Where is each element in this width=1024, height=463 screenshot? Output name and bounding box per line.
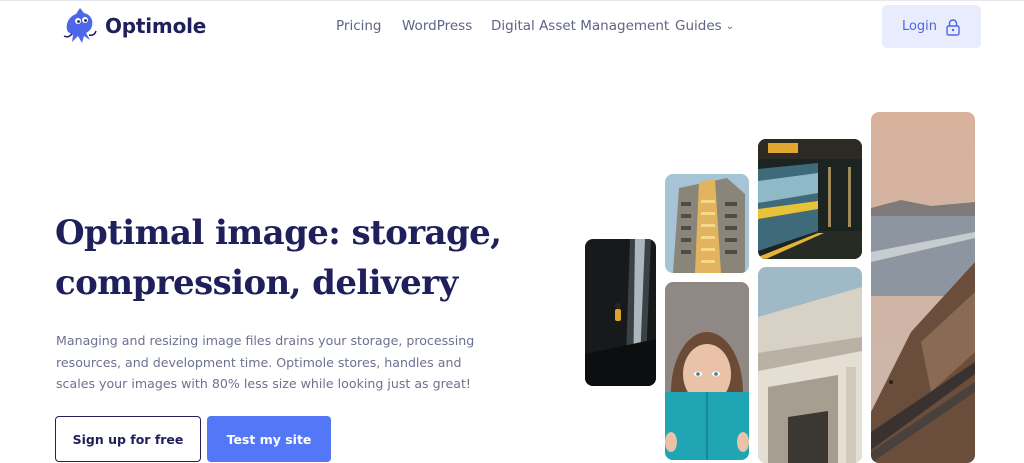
brand-name: Optimole (105, 14, 207, 38)
header-divider (0, 0, 1024, 1)
hero-title: Optimal image: storage, compression, del… (55, 208, 515, 308)
nav-item-pricing[interactable]: Pricing (336, 18, 382, 34)
hero-description-line-1: Managing and resizing image files drains… (56, 333, 475, 348)
hero-description-line-2: resources, and development time. Optimol… (56, 354, 462, 370)
nav-item-guides[interactable]: Guides ⌄ (675, 18, 734, 34)
test-site-button-label: Test my site (226, 431, 312, 447)
hero-description: Managing and resizing image files drains… (56, 330, 476, 395)
test-site-button[interactable]: Test my site (207, 416, 331, 462)
gallery-image-overpass (758, 267, 862, 463)
gallery-image-building (665, 174, 749, 273)
hero-title-line-1: Optimal image: storage, (55, 213, 502, 253)
hero-title-line-2: compression, delivery (55, 263, 458, 303)
signup-button-label: Sign up for free (72, 431, 184, 447)
lock-icon (946, 18, 960, 36)
signup-button[interactable]: Sign up for free (55, 416, 201, 462)
nav-item-wordpress[interactable]: WordPress (402, 18, 472, 34)
gallery-image-reader (665, 282, 749, 460)
hero-description-line-3: scales your images with 80% less size wh… (56, 376, 471, 391)
login-button[interactable]: Login (882, 5, 981, 48)
gallery-image-coastline (871, 112, 975, 463)
gallery-image-subway (758, 139, 862, 259)
nav-item-guides-label: Guides (675, 18, 722, 34)
login-label: Login (901, 19, 938, 34)
brand-logo[interactable]: Optimole (58, 6, 206, 46)
nav-item-digital-asset-management[interactable]: Digital Asset Management (491, 18, 669, 34)
octopus-mascot-icon (63, 8, 97, 44)
chevron-down-icon: ⌄ (725, 21, 735, 32)
gallery-image-waterfall (585, 239, 656, 386)
